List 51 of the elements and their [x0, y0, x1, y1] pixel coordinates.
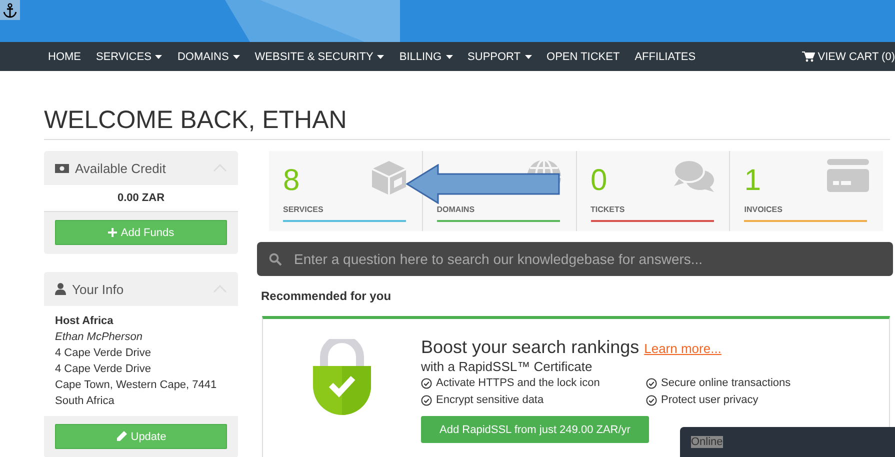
user-icon — [55, 283, 66, 295]
stat-label: DOMAINS — [436, 205, 476, 214]
credit-card-icon — [827, 159, 869, 192]
feature-text: Activate HTTPS and the lock icon — [436, 377, 600, 389]
check-circle-icon — [421, 378, 432, 388]
company-name: Host Africa — [55, 314, 114, 329]
nav-link[interactable]: AFFILIATES — [634, 50, 696, 62]
nav-link[interactable]: BILLING — [399, 50, 453, 62]
nav-link[interactable]: WEBSITE & SECURITY — [254, 50, 384, 62]
address-line: 4 Cape Verde Drive — [55, 346, 152, 361]
stat-count: 8 — [283, 165, 300, 197]
panel-title: Your Info — [72, 282, 125, 296]
check-circle-icon — [421, 394, 432, 406]
contact-name: Ethan McPherson — [55, 330, 144, 345]
stat-count: 1 — [744, 165, 761, 197]
address-line: South Africa — [55, 394, 116, 409]
view-cart-link[interactable]: VIEW CART (0) — [802, 50, 895, 62]
stat-label: SERVICES — [283, 205, 324, 214]
stat-label: INVOICES — [744, 205, 784, 214]
padlock-check-icon — [313, 339, 371, 416]
pencil-icon — [116, 431, 127, 442]
nav-link[interactable]: SERVICES — [96, 50, 162, 62]
address-line: Cape Town, Western Cape, 7441 — [55, 378, 218, 393]
feature-text: Encrypt sensitive data — [436, 394, 544, 406]
promo-headline: Boost your search rankings — [421, 337, 640, 358]
panel-title: Available Credit — [75, 160, 167, 176]
search-icon — [269, 253, 282, 266]
search-field[interactable]: Enter a question here to search our knowledgebase for answers... — [257, 242, 893, 276]
chat-status: Online — [691, 436, 723, 448]
feature-text: Secure online transactions — [661, 377, 791, 389]
nav-link[interactable]: DOMAINS — [177, 50, 240, 62]
nav-link[interactable]: SUPPORT — [468, 50, 532, 62]
stat-label: TICKETS — [590, 205, 626, 214]
feature-text: Protect user privacy — [661, 394, 758, 406]
nav-link[interactable]: HOME — [48, 50, 81, 62]
check-circle-icon — [646, 394, 657, 406]
nav-link[interactable]: OPEN TICKET — [546, 50, 620, 62]
money-icon — [55, 164, 69, 172]
address-line: 4 Cape Verde Drive — [55, 362, 152, 377]
plus-icon — [108, 228, 117, 237]
section-heading: Recommended for you — [261, 289, 392, 303]
promo-subheading: with a RapidSSL™ Certificate — [421, 359, 594, 374]
page-title: WELCOME BACK, ETHAN — [44, 105, 890, 140]
chat-bubbles-icon — [673, 159, 716, 193]
credit-amount: 0.00 ZAR — [44, 185, 238, 212]
chat-widget[interactable]: Online — [680, 427, 895, 457]
anchor-icon — [3, 2, 17, 18]
box-icon — [370, 159, 408, 197]
cart-icon — [802, 51, 815, 62]
check-circle-icon — [646, 378, 657, 388]
stat-count: 0 — [590, 165, 608, 197]
